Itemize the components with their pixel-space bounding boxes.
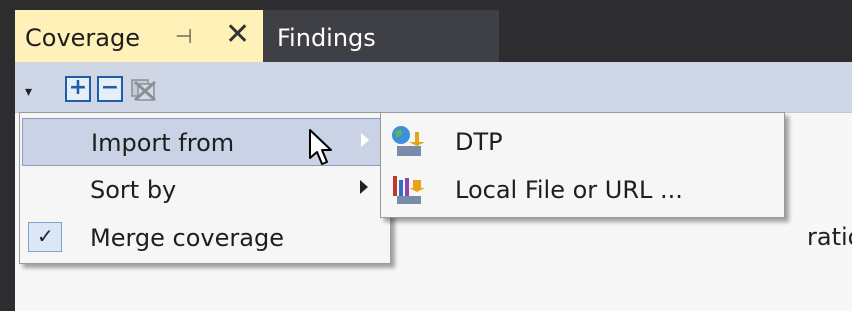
pin-icon[interactable]: ⊣ (175, 24, 192, 48)
dtp-import-icon (392, 126, 425, 156)
submenu-arrow-icon (361, 133, 369, 147)
context-menu: Import from Sort by ✓ Merge coverage (19, 112, 391, 264)
check-glyph: ✓ (37, 224, 54, 248)
collapse-all-button[interactable]: − (97, 75, 123, 102)
menu-item-merge-coverage[interactable]: ✓ Merge coverage (22, 214, 388, 262)
menu-item-sort-by[interactable]: Sort by (22, 166, 388, 214)
submenu-arrow-icon (360, 180, 368, 194)
background-text: ration (807, 223, 852, 251)
tab-findings-label: Findings (277, 24, 376, 52)
tab-coverage-label: Coverage (25, 24, 140, 52)
submenu-item-label: DTP (455, 128, 503, 156)
submenu-item-local-file-or-url[interactable]: Local File or URL ... (383, 166, 782, 214)
submenu-item-label: Local File or URL ... (455, 176, 683, 204)
expand-all-button[interactable]: + (65, 75, 91, 102)
import-submenu: DTP Local File or URL ... (380, 112, 785, 218)
submenu-item-dtp[interactable]: DTP (383, 118, 782, 166)
tab-findings[interactable]: Findings (263, 10, 499, 62)
tool-window-tab-strip: Coverage ⊣ ✕ Findings (0, 0, 852, 62)
window-edge (0, 0, 15, 311)
mouse-cursor-icon (309, 129, 332, 165)
local-file-import-icon (393, 176, 425, 204)
clear-coverage-button[interactable] (129, 76, 157, 102)
close-icon[interactable]: ✕ (225, 20, 250, 50)
tab-coverage[interactable]: Coverage ⊣ ✕ (15, 10, 263, 62)
coverage-toolbar: ▾ + − (15, 62, 852, 113)
minus-icon: − (100, 75, 120, 100)
menu-item-label: Sort by (90, 176, 177, 204)
clear-icon (131, 79, 157, 102)
toolbar-dropdown-icon[interactable]: ▾ (25, 84, 32, 100)
checkmark-icon: ✓ (28, 222, 62, 252)
plus-icon: + (68, 75, 88, 100)
menu-item-label: Merge coverage (90, 224, 284, 252)
menu-item-label: Import from (91, 129, 235, 157)
